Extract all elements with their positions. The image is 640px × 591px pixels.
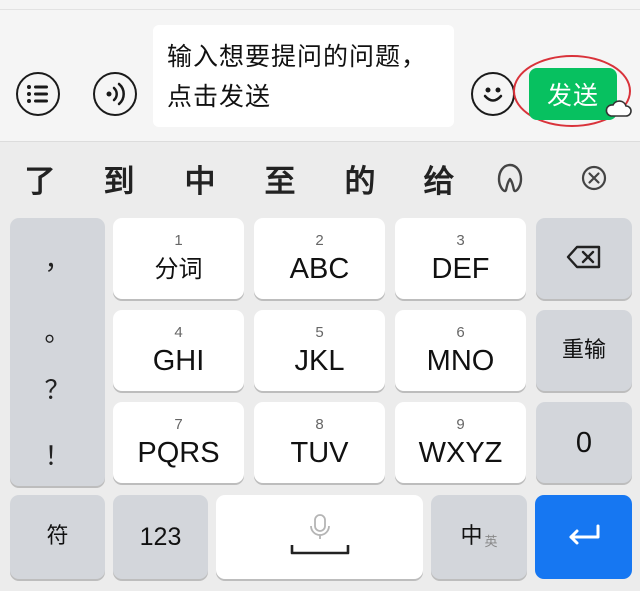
backspace-icon — [566, 245, 602, 273]
candidate-word[interactable]: 中 — [178, 156, 222, 201]
reinput-key[interactable]: 重输 — [536, 310, 632, 391]
key-0[interactable]: 0 — [536, 402, 632, 483]
key-9[interactable]: 9 WXYZ — [395, 402, 526, 483]
voice-icon — [104, 82, 126, 106]
cloud-icon — [604, 98, 632, 122]
key-7[interactable]: 7 PQRS — [113, 402, 244, 483]
punct-exclaim[interactable]: ！ — [10, 436, 105, 473]
enter-icon — [566, 523, 602, 551]
key-6[interactable]: 6 MNO — [395, 310, 526, 391]
language-switch-key[interactable]: 中 英 — [431, 495, 527, 579]
punctuation-column[interactable]: ， 。 ？ ！ — [10, 218, 105, 486]
voice-input-button[interactable] — [93, 72, 137, 116]
space-key[interactable] — [216, 495, 423, 579]
candidate-word[interactable]: 给 — [417, 156, 461, 201]
message-input[interactable]: 输入想要提问的问题， 点击发送 — [153, 25, 454, 127]
more-options-button[interactable] — [16, 72, 60, 116]
list-icon — [26, 84, 50, 104]
punct-period[interactable]: 。 — [10, 312, 105, 349]
numbers-key[interactable]: 123 — [113, 495, 208, 579]
candidate-word[interactable]: 了 — [18, 156, 62, 201]
key-8[interactable]: 8 TUV — [254, 402, 385, 483]
microphone-icon — [290, 513, 350, 561]
candidate-bar: 了 到 中 至 的 给 — [0, 142, 640, 214]
message-line-2: 点击发送 — [167, 82, 272, 111]
symbols-key[interactable]: 符 — [10, 495, 105, 579]
enter-key[interactable] — [535, 495, 632, 579]
emoji-button[interactable] — [471, 72, 515, 116]
key-2[interactable]: 2 ABC — [254, 218, 385, 299]
punct-comma[interactable]: ， — [10, 240, 105, 277]
key-3[interactable]: 3 DEF — [395, 218, 526, 299]
candidate-word[interactable]: 到 — [97, 156, 141, 201]
punct-question[interactable]: ？ — [10, 370, 105, 407]
top-strip — [0, 0, 640, 10]
backspace-key[interactable] — [536, 218, 632, 299]
send-label: 发送 — [546, 81, 599, 110]
close-icon[interactable] — [580, 164, 608, 196]
key-5[interactable]: 5 JKL — [254, 310, 385, 391]
handwriting-icon[interactable] — [493, 162, 527, 198]
key-1[interactable]: 1 分词 — [113, 218, 244, 299]
candidate-word[interactable]: 至 — [258, 156, 302, 201]
key-4[interactable]: 4 GHI — [113, 310, 244, 391]
emoji-icon — [478, 79, 508, 109]
message-line-1: 输入想要提问的问题， — [167, 42, 428, 71]
candidate-word[interactable]: 的 — [338, 156, 382, 201]
